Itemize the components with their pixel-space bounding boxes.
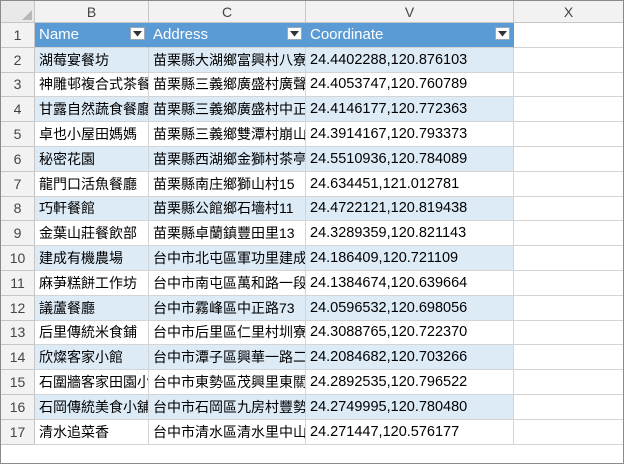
empty-cell[interactable]: [514, 23, 623, 48]
address-cell[interactable]: 台中市清水區清水里中山路: [149, 419, 306, 445]
coordinate-cell[interactable]: 24.1384674,120.639664: [306, 270, 514, 296]
empty-cell[interactable]: [514, 270, 623, 296]
name-cell[interactable]: 神雕邨複合式茶餐廳: [35, 72, 149, 98]
coordinate-cell[interactable]: 24.3289359,120.821143: [306, 221, 514, 247]
name-cell[interactable]: 清水追菜香: [35, 419, 149, 445]
address-cell[interactable]: 台中市霧峰區中正路73: [149, 295, 306, 321]
name-cell[interactable]: 卓也小屋田媽媽: [35, 122, 149, 147]
coordinate-cell[interactable]: 24.3088765,120.722370: [306, 320, 514, 346]
table-header-address[interactable]: Address: [149, 23, 306, 48]
column-header-b[interactable]: B: [35, 1, 149, 23]
address-cell[interactable]: 台中市北屯區軍功里建成路: [149, 246, 306, 271]
empty-cell[interactable]: [514, 47, 623, 73]
name-cell[interactable]: 湖莓宴餐坊: [35, 47, 149, 73]
row-header[interactable]: 2: [1, 47, 35, 73]
empty-cell[interactable]: [514, 196, 623, 222]
table-header-label: Coordinate: [310, 26, 384, 44]
address-cell[interactable]: 台中市后里區仁里村圳寮: [149, 320, 306, 346]
address-cell[interactable]: 台中市東勢區茂興里東關路: [149, 370, 306, 395]
row-header[interactable]: 7: [1, 171, 35, 197]
coordinate-cell[interactable]: 24.186409,120.721109: [306, 246, 514, 271]
table-header-label: Name: [39, 26, 80, 44]
name-cell[interactable]: 后里傳統米食鋪: [35, 320, 149, 346]
table-header-label: Address: [153, 26, 209, 44]
column-header-x[interactable]: X: [514, 1, 623, 23]
coordinate-cell[interactable]: 24.0596532,120.698056: [306, 295, 514, 321]
row-header[interactable]: 17: [1, 419, 35, 445]
empty-cell[interactable]: [514, 345, 623, 371]
name-cell[interactable]: 議蘆餐廳: [35, 295, 149, 321]
empty-cell[interactable]: [514, 221, 623, 247]
name-cell[interactable]: 龍門口活魚餐廳: [35, 171, 149, 197]
name-cell[interactable]: 秘密花園: [35, 146, 149, 172]
coordinate-cell[interactable]: 24.271447,120.576177: [306, 419, 514, 445]
empty-cell[interactable]: [514, 72, 623, 98]
empty-cell[interactable]: [514, 97, 623, 123]
empty-cell[interactable]: [514, 419, 623, 445]
empty-cell[interactable]: [514, 320, 623, 346]
address-cell[interactable]: 苗栗縣三義鄉廣盛村中正路: [149, 97, 306, 123]
address-cell[interactable]: 苗栗縣西湖鄉金獅村茶亭: [149, 146, 306, 172]
row-header[interactable]: 14: [1, 345, 35, 371]
name-cell[interactable]: 甘露自然蔬食餐廳: [35, 97, 149, 123]
address-cell[interactable]: 苗栗縣三義鄉雙潭村崩山下: [149, 122, 306, 147]
coordinate-cell[interactable]: 24.2892535,120.796522: [306, 370, 514, 395]
coordinate-cell[interactable]: 24.634451,121.012781: [306, 171, 514, 197]
empty-cell[interactable]: [514, 171, 623, 197]
column-header-v[interactable]: V: [306, 1, 514, 23]
address-cell[interactable]: 台中市南屯區萬和路一段: [149, 270, 306, 296]
address-cell[interactable]: 台中市潭子區興華一路二段: [149, 345, 306, 371]
filter-dropdown-icon[interactable]: [495, 27, 510, 40]
row-header[interactable]: 5: [1, 122, 35, 147]
row-header[interactable]: 11: [1, 270, 35, 296]
spreadsheet-window: B C V X 1 Name Address Coordinate 2 湖莓宴餐坊 苗栗縣大湖鄉富興…: [0, 0, 624, 464]
column-header-c[interactable]: C: [149, 1, 306, 23]
name-cell[interactable]: 欣燦客家小館: [35, 345, 149, 371]
spreadsheet-grid: B C V X 1 Name Address Coordinate 2 湖莓宴餐坊 苗栗縣大湖鄉富興…: [1, 1, 623, 445]
coordinate-cell[interactable]: 24.4053747,120.760789: [306, 72, 514, 98]
address-cell[interactable]: 苗栗縣三義鄉廣盛村廣聲新城: [149, 72, 306, 98]
row-header[interactable]: 3: [1, 72, 35, 98]
name-cell[interactable]: 巧軒餐館: [35, 196, 149, 222]
address-cell[interactable]: 苗栗縣南庄鄉獅山村15: [149, 171, 306, 197]
address-cell[interactable]: 苗栗縣大湖鄉富興村八寮灣: [149, 47, 306, 73]
empty-cell[interactable]: [514, 394, 623, 420]
row-header[interactable]: 15: [1, 370, 35, 395]
table-header-coordinate[interactable]: Coordinate: [306, 23, 514, 48]
select-all-corner[interactable]: [1, 1, 35, 23]
row-header[interactable]: 10: [1, 246, 35, 271]
empty-cell[interactable]: [514, 122, 623, 147]
row-header[interactable]: 8: [1, 196, 35, 222]
name-cell[interactable]: 建成有機農場: [35, 246, 149, 271]
row-header[interactable]: 1: [1, 23, 35, 48]
coordinate-cell[interactable]: 24.3914167,120.793373: [306, 122, 514, 147]
empty-cell[interactable]: [514, 370, 623, 395]
empty-cell[interactable]: [514, 295, 623, 321]
address-cell[interactable]: 台中市石岡區九房村豐勢路: [149, 394, 306, 420]
address-cell[interactable]: 苗栗縣公館鄉石墻村11: [149, 196, 306, 222]
empty-cell[interactable]: [514, 146, 623, 172]
coordinate-cell[interactable]: 24.4402288,120.876103: [306, 47, 514, 73]
empty-cell[interactable]: [514, 246, 623, 271]
row-header[interactable]: 9: [1, 221, 35, 247]
name-cell[interactable]: 石岡傳統美食小舖: [35, 394, 149, 420]
coordinate-cell[interactable]: 24.2749995,120.780480: [306, 394, 514, 420]
name-cell[interactable]: 金葉山莊餐飲部: [35, 221, 149, 247]
coordinate-cell[interactable]: 24.5510936,120.784089: [306, 146, 514, 172]
coordinate-cell[interactable]: 24.2084682,120.703266: [306, 345, 514, 371]
row-header[interactable]: 13: [1, 320, 35, 346]
row-header[interactable]: 6: [1, 146, 35, 172]
coordinate-cell[interactable]: 24.4722121,120.819438: [306, 196, 514, 222]
coordinate-cell[interactable]: 24.4146177,120.772363: [306, 97, 514, 123]
name-cell[interactable]: 石圍牆客家田園小館: [35, 370, 149, 395]
name-cell[interactable]: 麻芛糕餅工作坊: [35, 270, 149, 296]
table-header-name[interactable]: Name: [35, 23, 149, 48]
address-cell[interactable]: 苗栗縣卓蘭鎮豐田里13: [149, 221, 306, 247]
row-header[interactable]: 4: [1, 97, 35, 123]
row-header[interactable]: 12: [1, 295, 35, 321]
row-header[interactable]: 16: [1, 394, 35, 420]
filter-dropdown-icon[interactable]: [287, 27, 302, 40]
filter-dropdown-icon[interactable]: [130, 27, 145, 40]
